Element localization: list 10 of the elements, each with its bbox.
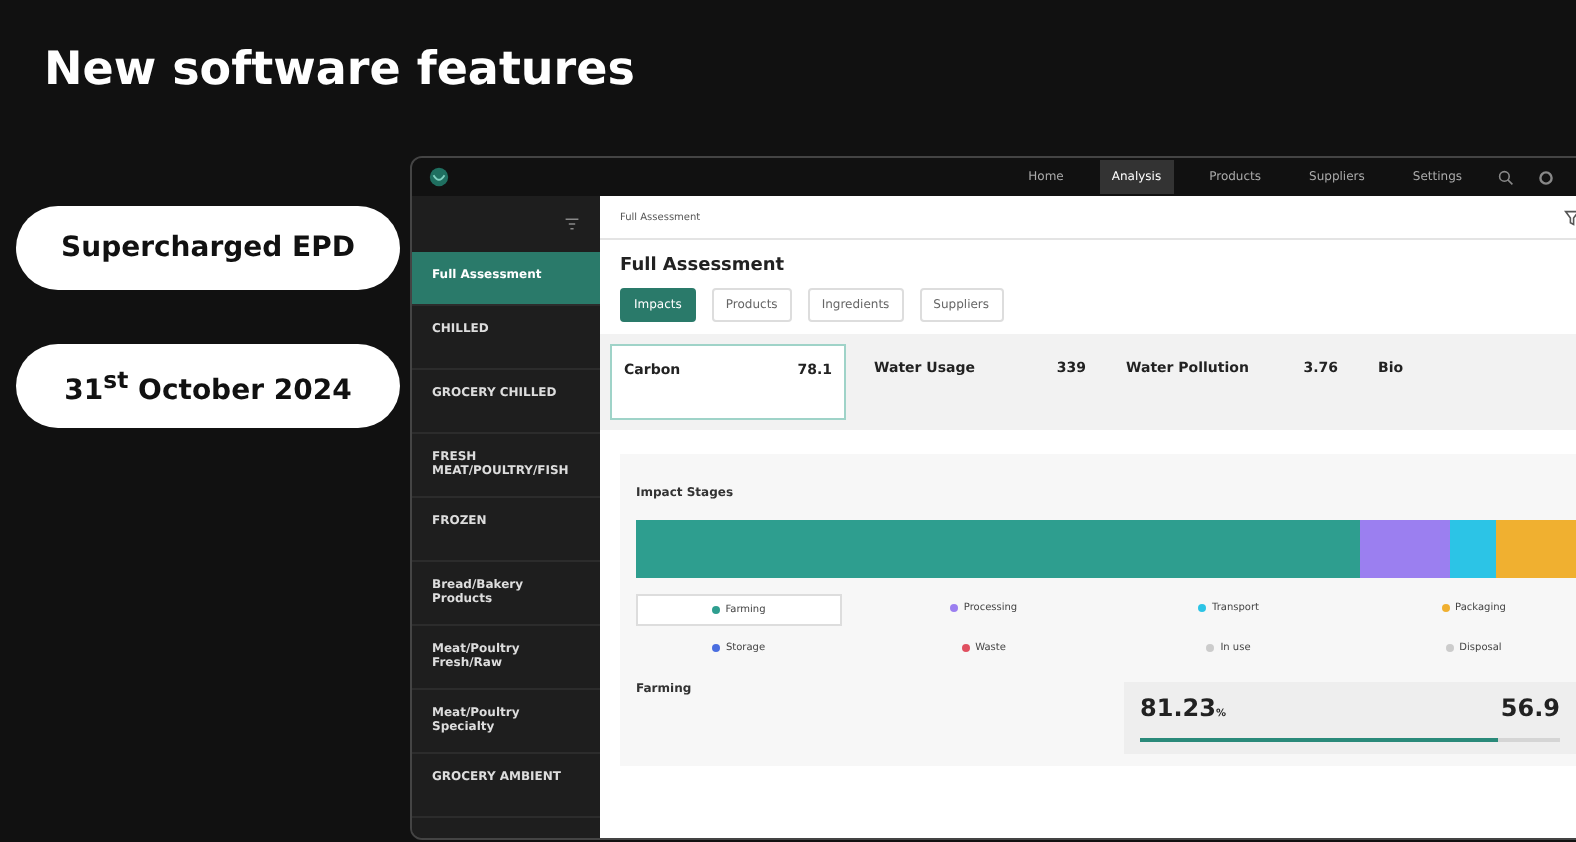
- search-icon[interactable]: [1498, 169, 1514, 185]
- page-heading: Full Assessment: [620, 256, 787, 276]
- slide-title: New software features: [42, 42, 637, 100]
- callout-pill: 31$^{st}$ October 2024: [16, 344, 400, 428]
- filter-icon[interactable]: [1564, 209, 1576, 225]
- logo-icon: [428, 166, 450, 188]
- callout-pill: Supercharged EPD: [16, 206, 400, 290]
- settings-icon[interactable]: [1538, 169, 1554, 185]
- filter-icon[interactable]: [564, 216, 580, 232]
- stat-value: 56.9: [1500, 694, 1560, 722]
